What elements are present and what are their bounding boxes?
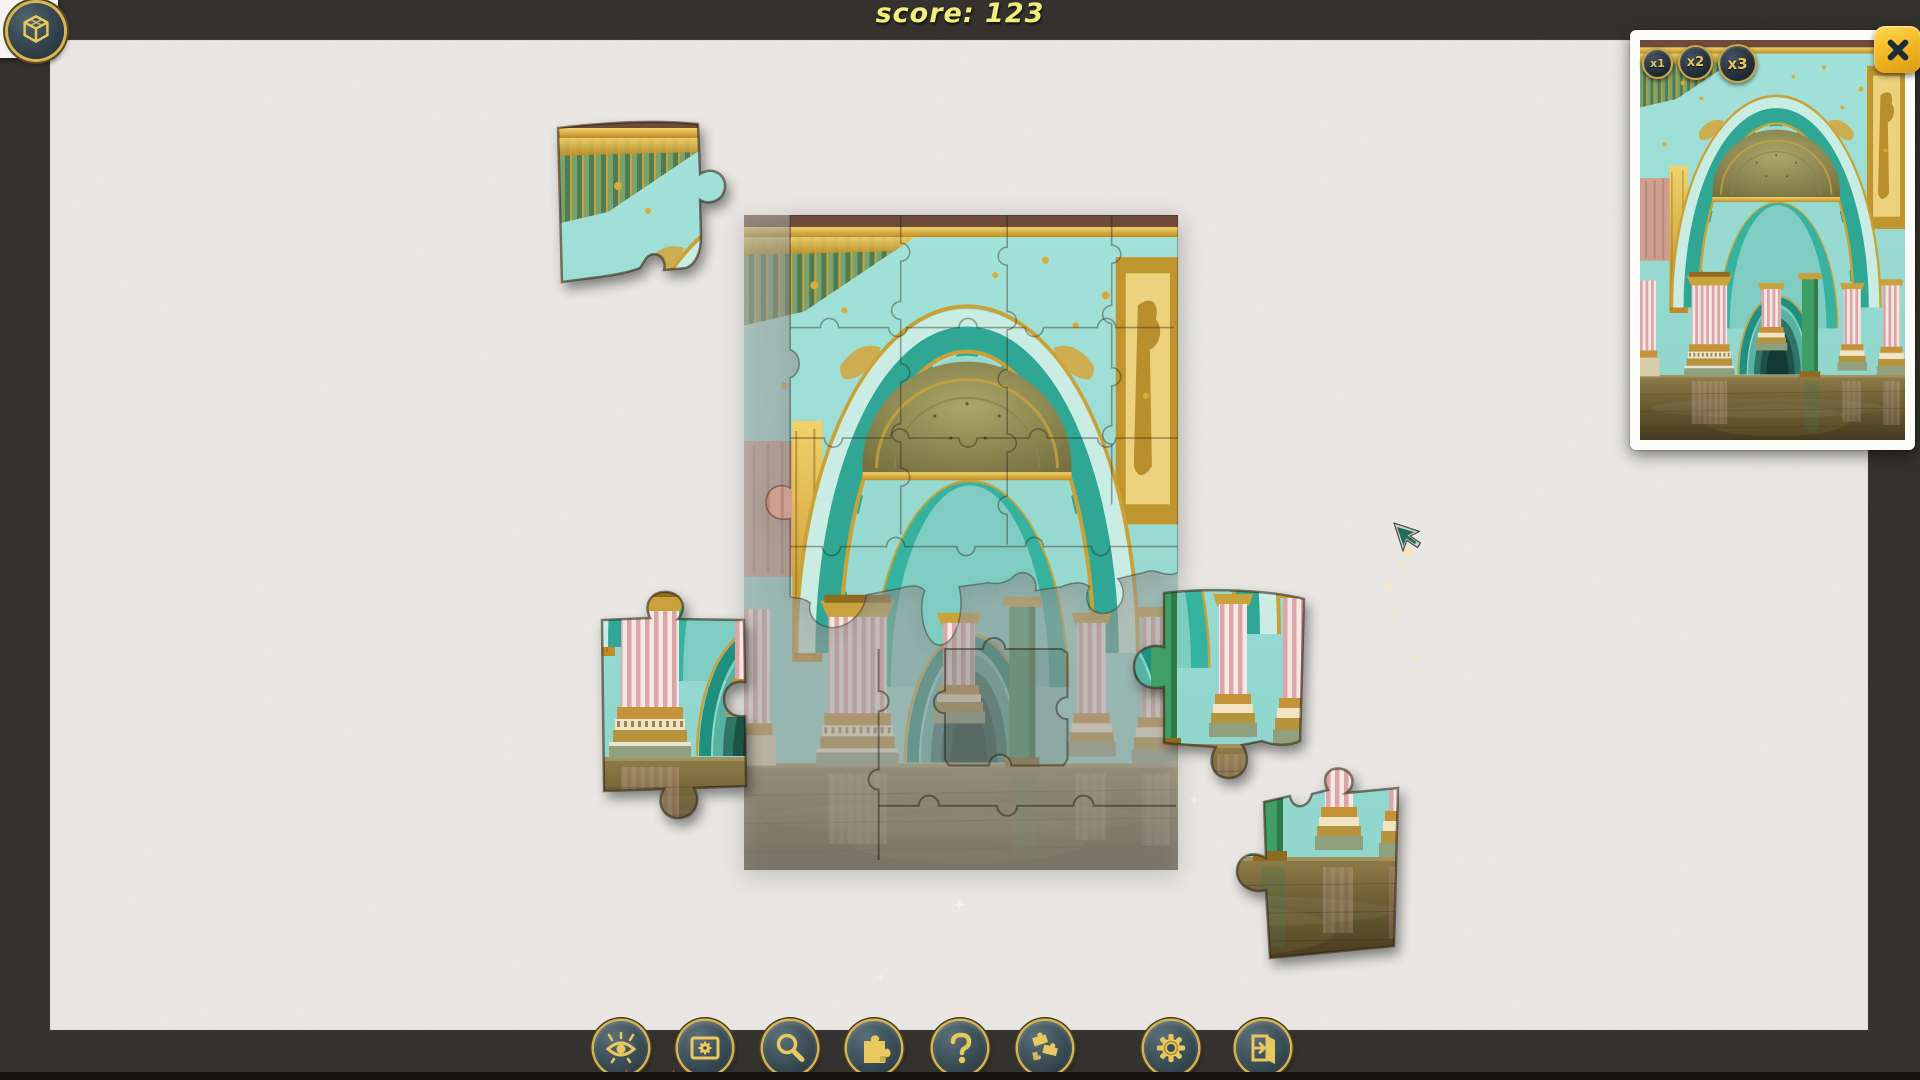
close-preview-button[interactable] xyxy=(1874,26,1920,73)
menu-button[interactable] xyxy=(8,3,64,59)
badge-x1[interactable]: x1 xyxy=(1642,48,1673,79)
puzzle-piece-column-left[interactable] xyxy=(592,586,760,824)
preview-panel[interactable]: x1 x2 x3 xyxy=(1630,30,1915,450)
puzzle-board[interactable] xyxy=(744,215,1178,870)
game-stage: score: 123 xyxy=(0,0,1920,1080)
magnifier-icon xyxy=(770,1028,810,1068)
tool-button-exit[interactable] xyxy=(1236,1021,1290,1075)
eye-icon xyxy=(601,1028,641,1068)
close-x-icon xyxy=(1881,33,1915,67)
zoom-badges: x1 x2 x3 xyxy=(1642,44,1757,83)
box-cube-icon xyxy=(14,9,58,53)
assembled-pieces-layer xyxy=(744,215,1178,870)
preview-image xyxy=(1640,40,1905,440)
picture-frame-icon xyxy=(685,1028,725,1068)
tool-button-show-edges[interactable] xyxy=(594,1021,648,1075)
tool-button-settings[interactable] xyxy=(1144,1021,1198,1075)
score-label: score: 123 xyxy=(876,0,1045,29)
exit-door-icon xyxy=(1243,1028,1283,1068)
tool-button-background[interactable] xyxy=(678,1021,732,1075)
puzzle-piece-icon xyxy=(854,1028,894,1068)
puzzle-piece-floor[interactable] xyxy=(1208,766,1413,964)
puzzle-piece-cornice[interactable] xyxy=(548,116,743,291)
badge-x2[interactable]: x2 xyxy=(1678,45,1713,80)
puzzle-piece-columns-right[interactable] xyxy=(1122,583,1314,785)
badge-x3[interactable]: x3 xyxy=(1718,44,1757,83)
question-icon xyxy=(940,1028,980,1068)
tool-button-scatter-pieces[interactable] xyxy=(1018,1021,1072,1075)
scatter-pieces-icon xyxy=(1025,1028,1065,1068)
gear-icon xyxy=(1151,1028,1191,1068)
bottom-strip xyxy=(0,1072,1920,1080)
tool-button-magnify[interactable] xyxy=(763,1021,817,1075)
tool-button-pieces-tray[interactable] xyxy=(847,1021,901,1075)
tool-button-hint[interactable] xyxy=(933,1021,987,1075)
